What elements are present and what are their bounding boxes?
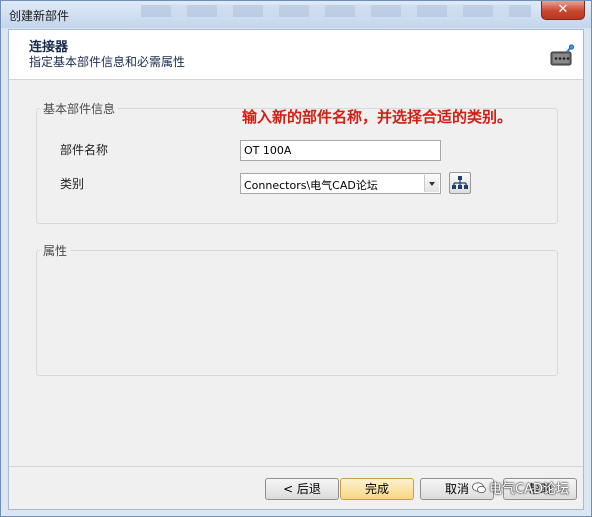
blurred-background-text <box>141 5 531 17</box>
watermark-text: 电气CAD论坛 <box>489 482 569 497</box>
finish-button[interactable]: 完成 <box>340 478 414 500</box>
close-button[interactable]: ✕ <box>541 1 585 20</box>
chevron-down-icon[interactable] <box>424 175 439 192</box>
part-name-label: 部件名称 <box>60 143 109 157</box>
part-name-input[interactable]: OT 100A <box>240 140 441 161</box>
category-combobox[interactable]: Connectors\电气CAD论坛 <box>240 173 441 194</box>
title-bar[interactable]: 创建新部件 ✕ <box>1 1 591 28</box>
instruction-hint: 输入新的部件名称，并选择合适的类别。 <box>242 108 513 126</box>
hierarchy-icon <box>452 176 468 189</box>
properties-group: 属性 <box>36 242 558 376</box>
category-browse-button[interactable] <box>449 172 471 194</box>
window-title: 创建新部件 <box>9 9 70 23</box>
create-part-dialog: 创建新部件 ✕ 连接器 指定基本部件信息和必需属性 基本部件信息 输入新的部件名… <box>0 0 592 517</box>
category-label: 类别 <box>60 177 85 191</box>
footer-divider <box>9 466 583 467</box>
back-button[interactable]: < 后退 <box>265 478 339 500</box>
properties-legend: 属性 <box>40 242 71 259</box>
page-subtitle: 指定基本部件信息和必需属性 <box>29 55 186 69</box>
chat-bubble-icon <box>472 482 486 494</box>
category-value: Connectors\电气CAD论坛 <box>244 179 378 192</box>
watermark: 电气CAD论坛 <box>472 478 569 497</box>
basic-info-legend: 基本部件信息 <box>40 100 119 117</box>
dialog-header: 连接器 指定基本部件信息和必需属性 <box>9 30 583 80</box>
dialog-client-area: 连接器 指定基本部件信息和必需属性 基本部件信息 输入新的部件名称，并选择合适的… <box>8 29 584 510</box>
connector-icon <box>550 44 575 66</box>
